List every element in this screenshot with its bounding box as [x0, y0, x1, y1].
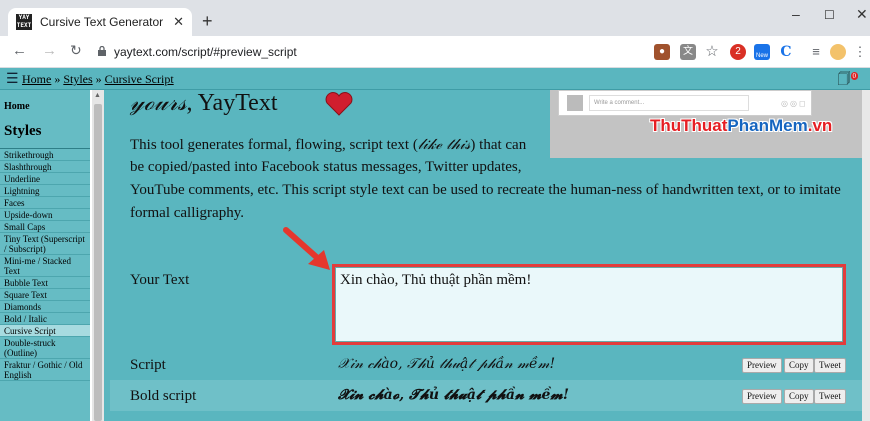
breadcrumb-current-link[interactable]: Cursive Script	[105, 72, 174, 86]
script-output[interactable]: 𝒳𝒾𝓃 𝒸𝒽à𝑜, 𝒯𝒽ủ 𝓉𝒽𝓊ậ𝓉 𝓅𝒽ầ𝓃 𝓂ề𝓂!	[338, 356, 555, 372]
tab-strip: YAY TEXT Cursive Text Generator - script…	[0, 0, 870, 36]
breadcrumb-home-link[interactable]: Home	[22, 72, 51, 86]
reload-icon[interactable]: ↻	[70, 42, 82, 59]
scrollbar-thumb[interactable]	[94, 104, 102, 421]
comment-placeholder: Write a comment...	[589, 95, 749, 111]
browser-tab[interactable]: YAY TEXT Cursive Text Generator - script…	[8, 8, 192, 36]
hamburger-menu-icon[interactable]: ☰	[6, 71, 19, 88]
heart-icon	[325, 92, 353, 116]
sidebar-item[interactable]: Small Caps	[0, 221, 90, 233]
main-content: 𝓎ℴ𝓊𝓇𝓈, YayText Write a comment... ◎ ◎ ◻ …	[110, 90, 870, 421]
maximize-button[interactable]: ☐	[824, 8, 835, 22]
lock-icon	[98, 46, 106, 56]
minimize-button[interactable]: –	[792, 6, 800, 22]
translate-icon[interactable]: 文	[680, 44, 696, 60]
sidebar-item[interactable]: Slashthrough	[0, 161, 90, 173]
sidebar-styles-heading: Styles	[4, 123, 42, 139]
close-window-button[interactable]: ✕	[856, 6, 868, 23]
copy-button[interactable]: Copy	[784, 358, 814, 373]
scroll-up-icon[interactable]: ▲	[94, 92, 101, 99]
new-extension-icon[interactable]: New	[754, 44, 770, 60]
input-highlight-box	[332, 264, 846, 345]
styles-sidebar: Home Styles Strikethrough Slashthrough Und…	[0, 90, 90, 421]
forward-icon[interactable]: →	[42, 42, 57, 59]
sidebar-item[interactable]: Underline	[0, 173, 90, 185]
comment-avatar	[567, 95, 583, 111]
new-tab-button[interactable]: +	[202, 11, 213, 32]
preview-button[interactable]: Preview	[742, 389, 782, 404]
sidebar-item[interactable]: Lightning	[0, 185, 90, 197]
browser-menu-icon[interactable]: ⋮	[852, 44, 868, 60]
sidebar-item[interactable]: Cursive Script	[0, 325, 90, 337]
breadcrumb: Home » Styles » Cursive Script	[22, 72, 174, 86]
sidebar-style-list: Strikethrough Slashthrough Underline Lightn…	[0, 148, 90, 381]
back-icon[interactable]: ←	[12, 42, 27, 59]
preview-button[interactable]: Preview	[742, 358, 782, 373]
result-row-script: Script 𝒳𝒾𝓃 𝒸𝒽à𝑜, 𝒯𝒽ủ 𝓉𝒽𝓊ậ𝓉 𝓅𝒽ầ𝓃 𝓂ề𝓂! Pre…	[110, 349, 870, 380]
sidebar-item[interactable]: Mini-me / Stacked Text	[0, 255, 90, 277]
tweet-button[interactable]: Tweet	[814, 358, 846, 373]
tweet-button[interactable]: Tweet	[814, 389, 846, 404]
yaytext-favicon-icon: YAY TEXT	[16, 14, 32, 30]
bold-script-output[interactable]: 𝓧𝓲𝓷 𝓬𝓱à𝓸, 𝓣𝓱ủ 𝓽𝓱𝓾ậ𝓽 𝓹𝓱ầ𝓷 𝓶ề𝓶!	[338, 387, 569, 403]
promo-image: Write a comment... ◎ ◎ ◻ ThuThuatPhanMem…	[550, 90, 870, 158]
breadcrumb-styles-link[interactable]: Styles	[63, 72, 92, 86]
sidebar-scrollbar[interactable]: ▲	[92, 90, 104, 421]
result-row-bold-script: Bold script 𝓧𝓲𝓷 𝓬𝓱à𝓸, 𝓣𝓱ủ 𝓽𝓱𝓾ậ𝓽 𝓹𝓱ầ𝓷 𝓶ề𝓶…	[110, 380, 870, 411]
browser-toolbar: ← → ↻ yaytext.com/script/#preview_script…	[0, 36, 870, 68]
sidebar-item[interactable]: Diamonds	[0, 301, 90, 313]
copy-button[interactable]: Copy	[784, 389, 814, 404]
sidebar-item[interactable]: Bubble Text	[0, 277, 90, 289]
page-scrollbar[interactable]	[862, 90, 870, 421]
sidebar-home-link[interactable]: Home	[4, 101, 30, 112]
profile-avatar[interactable]	[830, 44, 846, 60]
bookmark-star-icon[interactable]: ☆	[704, 44, 720, 60]
sidebar-item[interactable]: Upside-down	[0, 209, 90, 221]
cookie-extension-icon[interactable]: ●	[654, 44, 670, 60]
sidebar-item[interactable]: Fraktur / Gothic / Old English	[0, 359, 90, 381]
address-bar-url[interactable]: yaytext.com/script/#preview_script	[114, 45, 297, 59]
your-text-label: Your Text	[130, 272, 190, 288]
comment-box-preview: Write a comment... ◎ ◎ ◻	[558, 90, 812, 116]
sidebar-item[interactable]: Tiny Text (Superscript / Subscript)	[0, 233, 90, 255]
row-label: Script	[130, 357, 166, 373]
tab-title: Cursive Text Generator - script	[40, 15, 168, 29]
row-label: Bold script	[130, 388, 197, 404]
sidebar-item[interactable]: Double-struck (Outline)	[0, 337, 90, 359]
cart-icon[interactable]: 🗍 0	[838, 70, 858, 92]
sidebar-item[interactable]: Faces	[0, 197, 90, 209]
page-heading: 𝓎ℴ𝓊𝓇𝓈, YayText	[130, 90, 278, 116]
tab-close-icon[interactable]: ✕	[173, 14, 184, 30]
reading-list-icon[interactable]: ≡	[808, 44, 824, 60]
your-text-input[interactable]	[335, 267, 843, 342]
sidebar-item[interactable]: Bold / Italic	[0, 313, 90, 325]
cart-badge: 0	[850, 71, 858, 80]
sidebar-item[interactable]: Square Text	[0, 289, 90, 301]
red-arrow-annotation	[283, 227, 330, 270]
sidebar-item[interactable]: Strikethrough	[0, 149, 90, 161]
c-extension-icon[interactable]: C	[778, 44, 794, 60]
adblock-extension-icon[interactable]: 2	[730, 44, 746, 60]
watermark-logo: ThuThuatPhanMem.vn	[650, 116, 833, 135]
comment-actions-icon: ◎ ◎ ◻	[781, 99, 806, 108]
site-header: ☰ Home » Styles » Cursive Script 🗍 0	[0, 68, 870, 90]
